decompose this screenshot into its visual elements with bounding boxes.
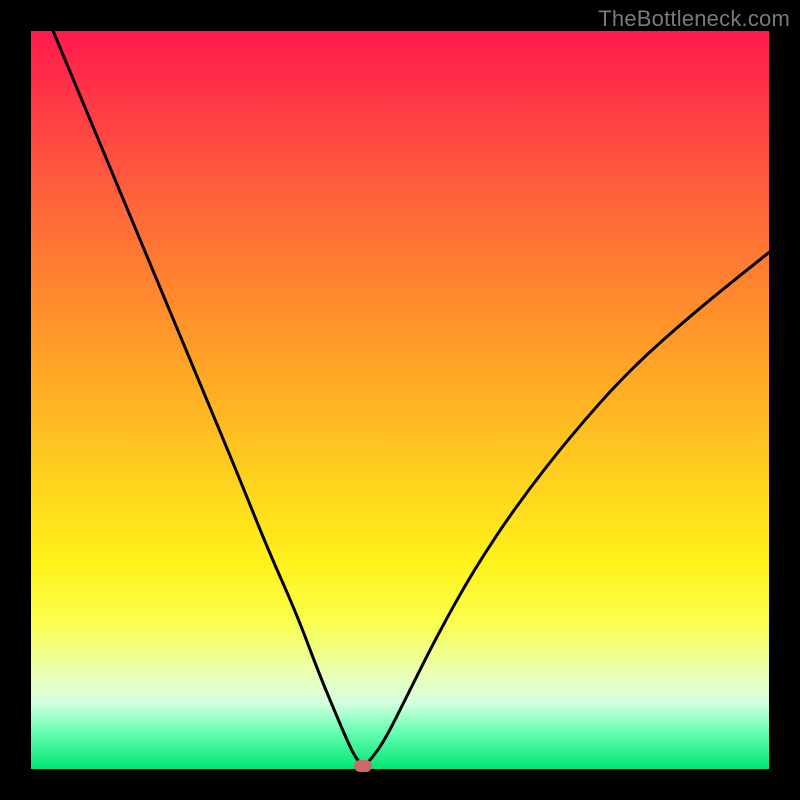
optimal-point-marker (354, 760, 372, 772)
watermark-text: TheBottleneck.com (598, 6, 790, 32)
bottleneck-curve (53, 31, 769, 764)
curve-svg (31, 31, 769, 769)
chart-container: TheBottleneck.com (0, 0, 800, 800)
plot-area (31, 31, 769, 769)
